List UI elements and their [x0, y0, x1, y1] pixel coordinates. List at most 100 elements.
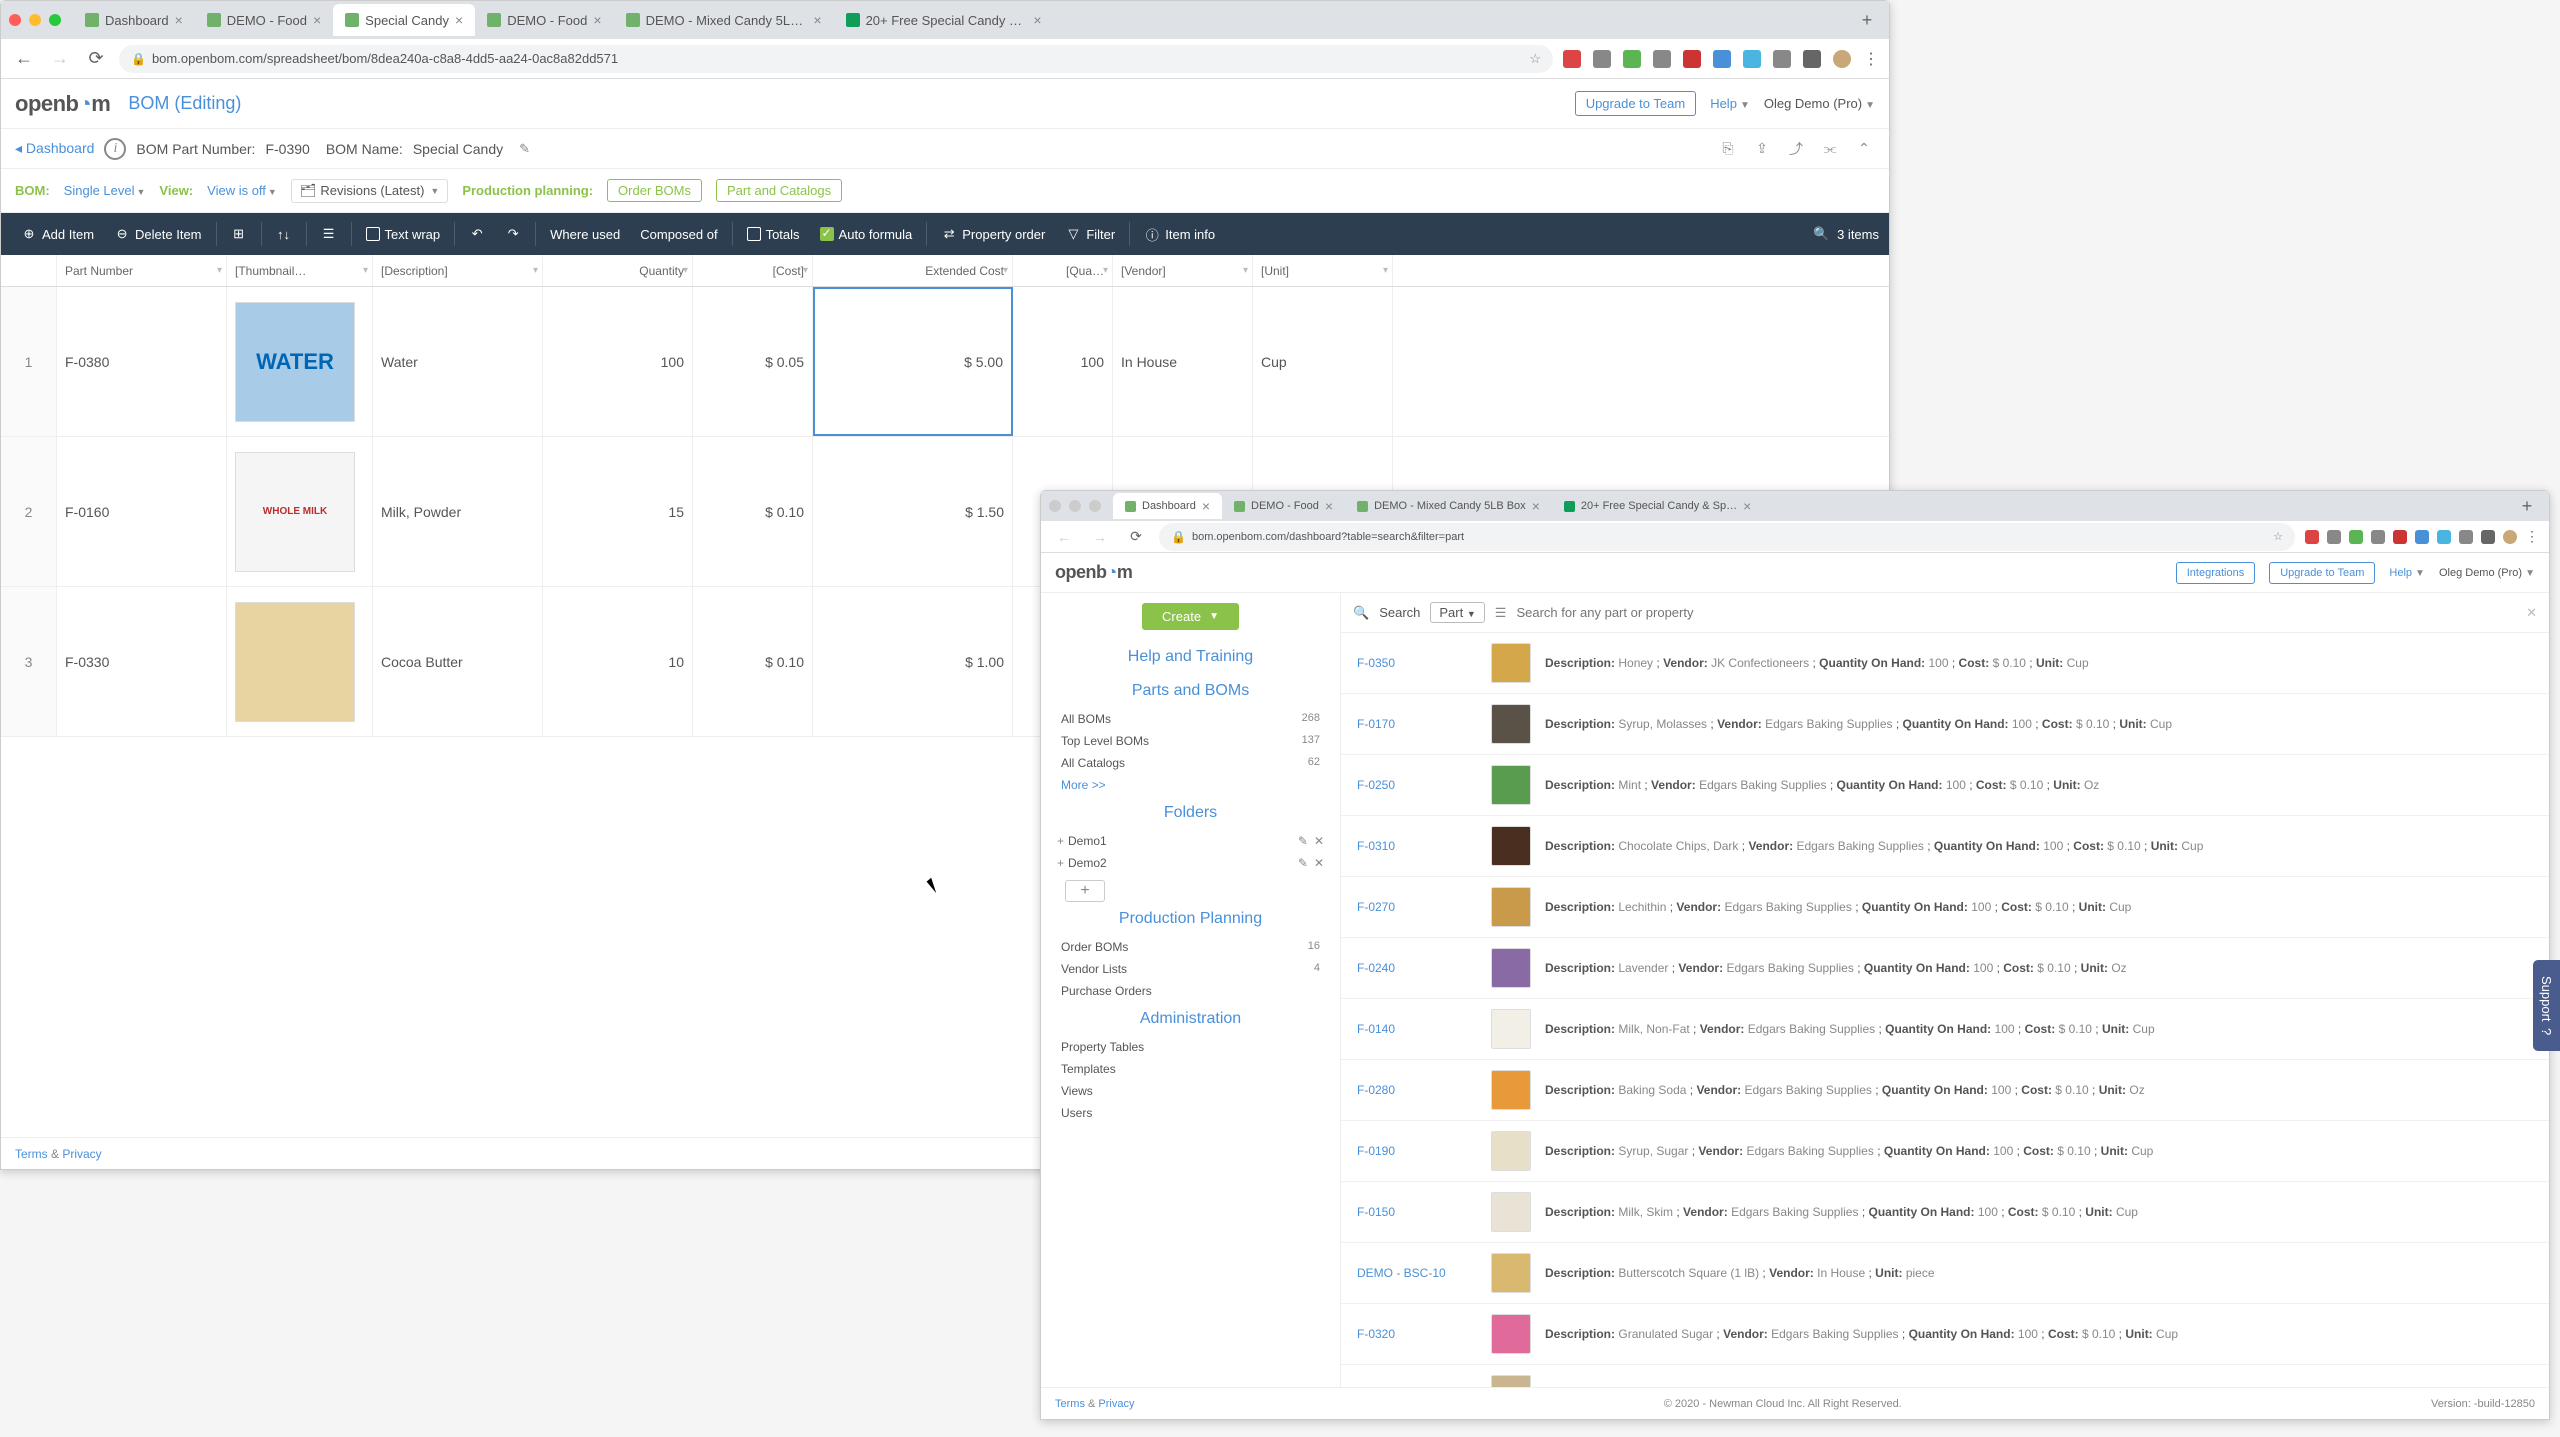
col-header-description[interactable]: [Description]▾ — [373, 255, 543, 286]
close-icon[interactable]: ✕ — [1314, 856, 1324, 870]
col-header-extended-cost[interactable]: Extended Cost▾ — [813, 255, 1013, 286]
menu-icon[interactable]: ⋮ — [1863, 49, 1879, 69]
star-icon[interactable]: ☆ — [2273, 530, 2283, 543]
cell-extended-cost[interactable]: $ 1.50 — [813, 437, 1013, 586]
property-order-button[interactable]: ⇄Property order — [931, 213, 1055, 255]
search-result-row[interactable]: F-0310 Description: Chocolate Chips, Dar… — [1341, 816, 2549, 877]
cell-partnumber[interactable]: F-0330 — [57, 587, 227, 736]
result-partnumber[interactable]: F-0320 — [1357, 1327, 1477, 1341]
maximize-window-button[interactable] — [1089, 500, 1101, 512]
help-link[interactable]: Help▼ — [2389, 567, 2425, 579]
back-to-dashboard[interactable]: ◂ Dashboard — [15, 140, 94, 157]
result-partnumber[interactable]: DEMO - BSC-10 — [1357, 1266, 1477, 1280]
edit-icon[interactable]: ✎ — [1298, 834, 1308, 848]
search-result-row[interactable]: F-0240 Description: Lavender ; Vendor: E… — [1341, 938, 2549, 999]
ext-icon[interactable] — [2349, 530, 2363, 544]
filter-icon[interactable]: ☰ — [1495, 605, 1507, 621]
profile-avatar[interactable] — [2503, 530, 2517, 544]
search-result-row[interactable]: F-0260 Description: Coconut Oil ; Vendor… — [1341, 1365, 2549, 1387]
sidebar-item-order-boms[interactable]: Order BOMs16 — [1041, 936, 1340, 958]
auto-formula-button[interactable]: Auto formula — [810, 213, 923, 255]
close-icon[interactable]: × — [593, 12, 601, 28]
terms-link[interactable]: Terms — [1055, 1398, 1085, 1410]
sidebar-item-views[interactable]: Views — [1041, 1080, 1340, 1102]
text-wrap-button[interactable]: Text wrap — [356, 213, 451, 255]
cell-cost[interactable]: $ 0.05 — [693, 287, 813, 436]
result-partnumber[interactable]: F-0170 — [1357, 717, 1477, 731]
ext-icon[interactable] — [2305, 530, 2319, 544]
edit-icon[interactable]: ✎ — [519, 141, 530, 157]
parts-catalogs-button[interactable]: Part and Catalogs — [716, 179, 842, 202]
ext-icon[interactable] — [1713, 50, 1731, 68]
ext-icon[interactable] — [1623, 50, 1641, 68]
ext-icon[interactable] — [2459, 530, 2473, 544]
browser-tab[interactable]: DEMO - Mixed Candy 5LB Box× — [614, 4, 834, 36]
cell-partnumber[interactable]: F-0380 — [57, 287, 227, 436]
cell-vendor[interactable]: In House — [1113, 287, 1253, 436]
collapse-icon[interactable]: ⌃ — [1853, 138, 1875, 160]
menu-icon[interactable]: ⋮ — [2525, 528, 2539, 545]
privacy-link[interactable]: Privacy — [62, 1147, 101, 1161]
cell-description[interactable]: Water — [373, 287, 543, 436]
copy-icon[interactable]: ⎘ — [1717, 138, 1739, 160]
cell-description[interactable]: Cocoa Butter — [373, 587, 543, 736]
export-icon[interactable]: ⇪ — [1751, 138, 1773, 160]
folder-item[interactable]: +Demo1✎✕ — [1041, 830, 1340, 852]
result-partnumber[interactable]: F-0190 — [1357, 1144, 1477, 1158]
new-tab-button[interactable]: + — [1853, 10, 1881, 31]
clear-icon[interactable]: ✕ — [2526, 605, 2537, 621]
openbom-logo[interactable]: openb◔m — [1055, 562, 1132, 583]
ext-icon[interactable] — [1803, 50, 1821, 68]
sidebar-item-users[interactable]: Users — [1041, 1102, 1340, 1124]
search-result-row[interactable]: F-0270 Description: Lechithin ; Vendor: … — [1341, 877, 2549, 938]
ext-icon[interactable] — [1743, 50, 1761, 68]
col-header-quantity[interactable]: Quantity▾ — [543, 255, 693, 286]
close-icon[interactable]: × — [1202, 498, 1210, 514]
order-boms-button[interactable]: Order BOMs — [607, 179, 702, 202]
folder-item[interactable]: +Demo2✎✕ — [1041, 852, 1340, 874]
upgrade-button[interactable]: Upgrade to Team — [1575, 91, 1697, 116]
close-icon[interactable]: × — [1743, 498, 1751, 514]
col-header-vendor[interactable]: [Vendor]▾ — [1113, 255, 1253, 286]
browser-tab[interactable]: 20+ Free Special Candy & Sp…× — [1552, 493, 1763, 519]
close-icon[interactable]: × — [175, 12, 183, 28]
reload-button[interactable]: ⟳ — [1123, 524, 1149, 550]
where-used-button[interactable]: Where used — [540, 213, 630, 255]
close-icon[interactable]: ✕ — [1314, 834, 1324, 848]
result-partnumber[interactable]: F-0270 — [1357, 900, 1477, 914]
browser-tab[interactable]: DEMO - Mixed Candy 5LB Box× — [1345, 493, 1552, 519]
browser-tab[interactable]: DEMO - Food× — [1222, 493, 1345, 519]
redo-button[interactable]: ↷ — [495, 213, 531, 255]
search-result-row[interactable]: F-0150 Description: Milk, Skim ; Vendor:… — [1341, 1182, 2549, 1243]
new-tab-button[interactable]: + — [2513, 496, 2541, 517]
profile-avatar[interactable] — [1833, 50, 1851, 68]
privacy-link[interactable]: Privacy — [1098, 1398, 1134, 1410]
result-partnumber[interactable]: F-0350 — [1357, 656, 1477, 670]
back-button[interactable]: ← — [11, 46, 37, 72]
user-menu[interactable]: Oleg Demo (Pro)▼ — [2439, 567, 2535, 579]
close-icon[interactable]: × — [813, 12, 821, 28]
close-window-button[interactable] — [1049, 500, 1061, 512]
integrations-button[interactable]: Integrations — [2176, 562, 2255, 584]
cell-unit[interactable]: Cup — [1253, 287, 1393, 436]
cell-thumbnail[interactable]: WATER — [227, 287, 373, 436]
cell-extended-cost[interactable]: $ 1.00 — [813, 587, 1013, 736]
ext-icon[interactable] — [1593, 50, 1611, 68]
search-input[interactable] — [1516, 605, 2516, 620]
back-button[interactable]: ← — [1051, 524, 1077, 550]
result-partnumber[interactable]: F-0150 — [1357, 1205, 1477, 1219]
url-input[interactable]: 🔒 bom.openbom.com/dashboard?table=search… — [1159, 523, 2295, 551]
search-result-row[interactable]: DEMO - BSC-10 Description: Butterscotch … — [1341, 1243, 2549, 1304]
ext-icon[interactable] — [2371, 530, 2385, 544]
close-icon[interactable]: × — [1532, 498, 1540, 514]
create-button[interactable]: Create▼ — [1142, 603, 1239, 630]
share-icon[interactable]: ⫘ — [1819, 138, 1841, 160]
close-icon[interactable]: × — [1325, 498, 1333, 514]
cell-thumbnail[interactable] — [227, 587, 373, 736]
cell-qoh[interactable]: 100 — [1013, 287, 1113, 436]
support-tab[interactable]: Support? — [2533, 960, 2560, 1051]
align-icon[interactable]: ☰ — [311, 213, 347, 255]
ext-icon[interactable] — [1683, 50, 1701, 68]
star-icon[interactable]: ☆ — [1529, 51, 1541, 67]
forward-button[interactable]: → — [47, 46, 73, 72]
